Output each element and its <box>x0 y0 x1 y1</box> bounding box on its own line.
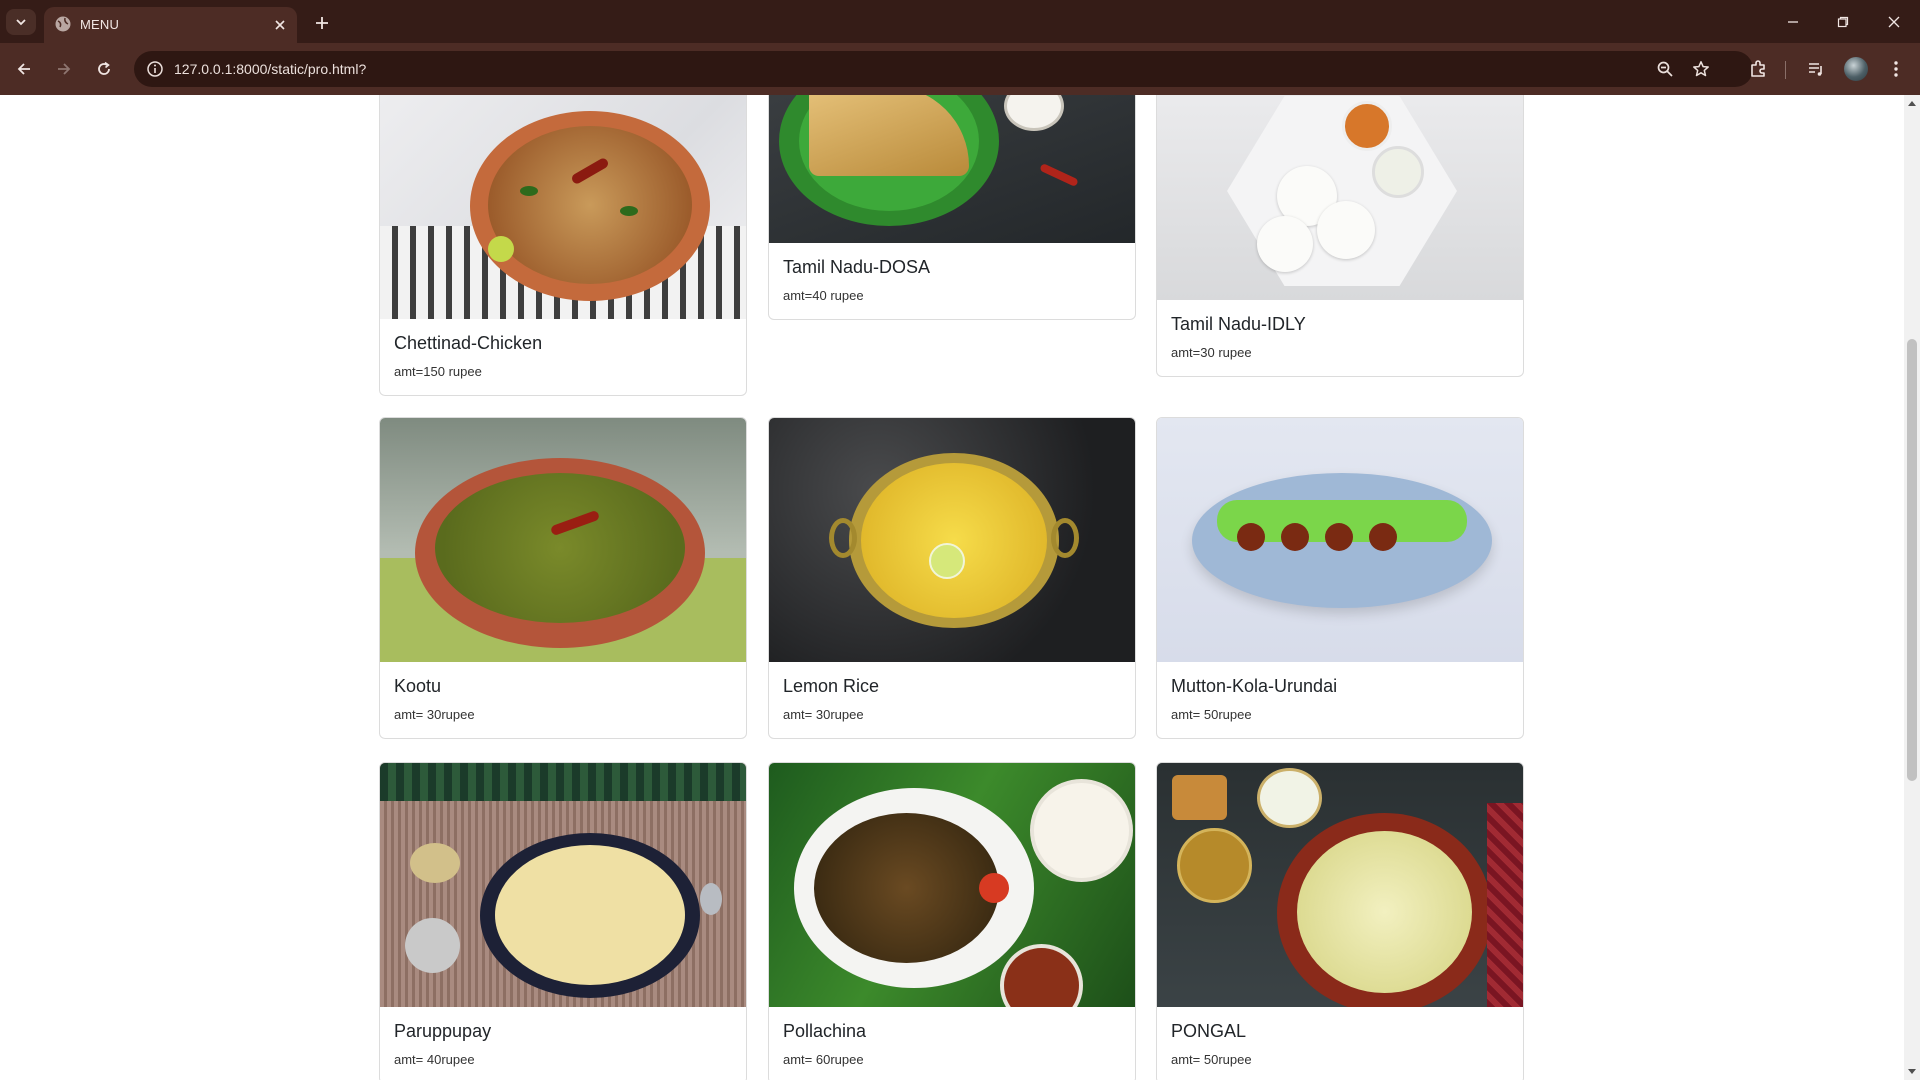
window-close-button[interactable] <box>1882 10 1906 34</box>
star-icon <box>1693 61 1709 77</box>
menu-card-pollachina[interactable]: Pollachina amt= 60rupee <box>768 762 1136 1080</box>
chevron-down-icon <box>16 19 26 26</box>
browser-menu-button[interactable] <box>1884 57 1908 81</box>
forward-button[interactable] <box>50 55 78 83</box>
media-controls-button[interactable] <box>1804 57 1828 81</box>
tab-close-button[interactable] <box>271 16 289 34</box>
food-photo <box>769 763 1135 1007</box>
restore-icon <box>1837 16 1849 28</box>
menu-card-kootu[interactable]: Kootu amt= 30rupee <box>379 417 747 739</box>
dish-price: amt= 30rupee <box>783 707 864 722</box>
reload-icon <box>98 61 110 75</box>
dish-price: amt=40 rupee <box>783 288 864 303</box>
dish-price: amt=30 rupee <box>1171 345 1252 360</box>
url-text[interactable]: 127.0.0.1:8000/static/pro.html? <box>174 61 366 77</box>
plus-icon <box>316 17 328 29</box>
back-button[interactable] <box>10 55 38 83</box>
dish-name: Lemon Rice <box>783 676 880 696</box>
reload-button[interactable] <box>90 55 118 83</box>
page-viewport: Chettinad-Chicken amt=150 rupee Tamil Na… <box>0 95 1904 1080</box>
dish-name: Mutton-Kola-Urundai <box>1171 676 1338 696</box>
kebab-menu-icon <box>1894 61 1898 77</box>
menu-card-chettinad-chicken[interactable]: Chettinad-Chicken amt=150 rupee <box>379 95 747 396</box>
close-icon <box>1888 16 1900 28</box>
food-photo <box>769 418 1135 662</box>
puzzle-icon <box>1751 60 1765 77</box>
dish-name: Tamil Nadu-DOSA <box>783 257 931 277</box>
menu-card-tamil-nadu-idly[interactable]: Tamil Nadu-IDLY amt=30 rupee <box>1156 95 1524 377</box>
arrow-left-icon <box>17 63 30 75</box>
browser-tab[interactable]: MENU <box>44 7 297 43</box>
arrow-right-icon <box>58 63 71 75</box>
food-photo <box>380 95 746 319</box>
dish-name: Pollachina <box>783 1021 867 1041</box>
menu-card-tamil-nadu-dosa[interactable]: Tamil Nadu-DOSA amt=40 rupee <box>768 95 1136 320</box>
scroll-up-arrow-icon[interactable] <box>1908 101 1916 106</box>
dish-name: Chettinad-Chicken <box>394 333 543 353</box>
info-icon[interactable] <box>146 60 164 78</box>
new-tab-button[interactable] <box>310 11 334 35</box>
minimize-button[interactable] <box>1781 10 1805 34</box>
menu-card-paruppupay[interactable]: Paruppupay amt= 40rupee <box>379 762 747 1080</box>
extensions-button[interactable] <box>1746 57 1770 81</box>
tab-search-button[interactable] <box>6 9 36 35</box>
dish-name: Paruppupay <box>394 1021 492 1041</box>
dish-price: amt= 50rupee <box>1171 707 1252 722</box>
menu-card-mutton-kola-urundai[interactable]: Mutton-Kola-Urundai amt= 50rupee <box>1156 417 1524 739</box>
dish-price: amt= 30rupee <box>394 707 475 722</box>
address-bar[interactable]: 127.0.0.1:8000/static/pro.html? <box>134 51 1753 87</box>
dish-price: amt= 40rupee <box>394 1052 475 1067</box>
close-icon <box>275 20 285 30</box>
page-scrollbar[interactable] <box>1904 95 1920 1080</box>
food-photo <box>769 95 1135 243</box>
dish-name: Tamil Nadu-IDLY <box>1171 314 1306 334</box>
zoom-icon <box>1657 61 1673 77</box>
dish-price: amt= 50rupee <box>1171 1052 1252 1067</box>
menu-card-lemon-rice[interactable]: Lemon Rice amt= 30rupee <box>768 417 1136 739</box>
media-queue-icon <box>1809 63 1822 76</box>
tab-title: MENU <box>80 17 120 32</box>
profile-avatar[interactable] <box>1844 57 1868 81</box>
menu-card-pongal[interactable]: PONGAL amt= 50rupee <box>1156 762 1524 1080</box>
dish-name: PONGAL <box>1171 1021 1247 1041</box>
food-photo <box>380 418 746 662</box>
food-photo <box>380 763 746 1007</box>
scroll-down-arrow-icon[interactable] <box>1908 1069 1916 1074</box>
food-photo <box>1157 418 1523 662</box>
food-photo <box>1157 95 1523 300</box>
tab-strip: MENU <box>0 0 1920 43</box>
bookmark-button[interactable] <box>1691 59 1711 79</box>
zoom-button[interactable] <box>1655 59 1675 79</box>
minimize-icon <box>1788 21 1798 23</box>
food-photo <box>1157 763 1523 1007</box>
restore-button[interactable] <box>1831 10 1855 34</box>
dish-price: amt=150 rupee <box>394 364 482 379</box>
globe-icon <box>55 16 71 32</box>
toolbar-separator <box>1785 61 1786 79</box>
dish-price: amt= 60rupee <box>783 1052 864 1067</box>
dish-name: Kootu <box>394 676 442 696</box>
scrollbar-thumb[interactable] <box>1907 339 1917 781</box>
browser-toolbar: 127.0.0.1:8000/static/pro.html? <box>0 43 1920 95</box>
